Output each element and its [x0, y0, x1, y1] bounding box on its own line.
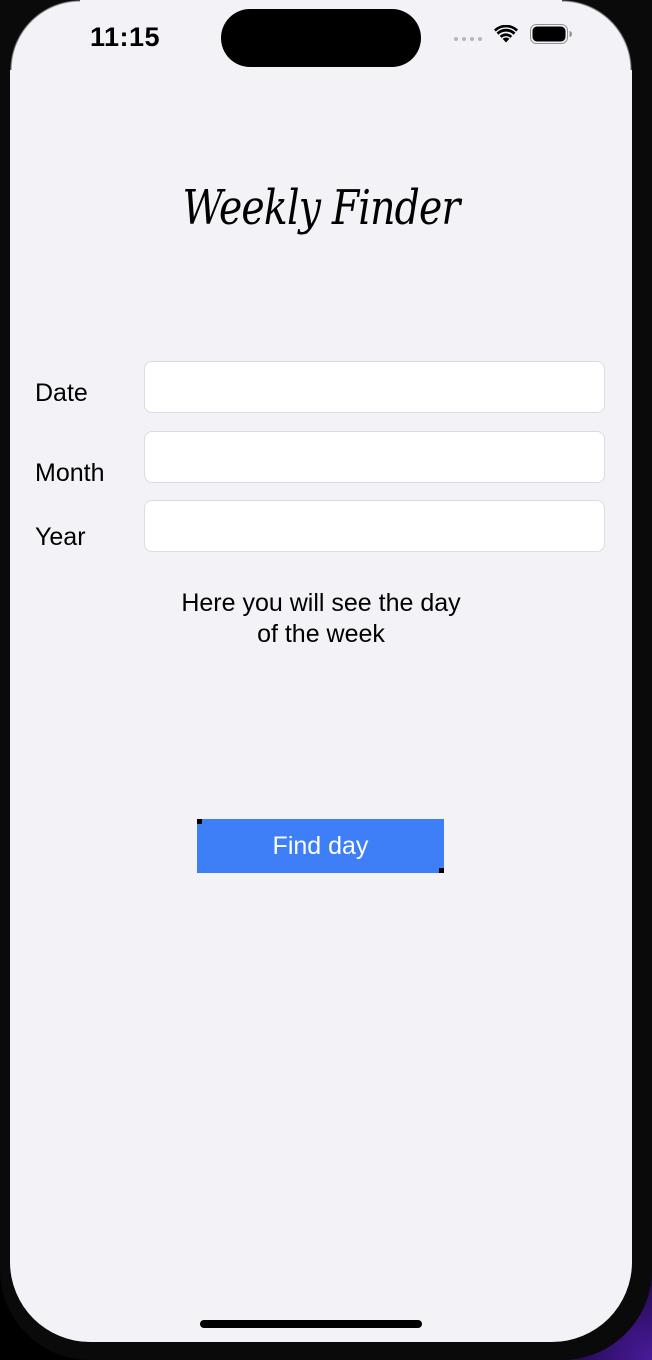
dynamic-island — [221, 9, 421, 67]
battery-icon — [530, 24, 572, 44]
app-screen: 11:15 Weekly Finder Date Month Year Here… — [10, 0, 632, 1342]
date-label: Date — [35, 379, 88, 407]
result-line-1: Here you will see the day — [181, 589, 461, 617]
cellular-signal-icon — [454, 37, 482, 41]
status-indicators — [454, 24, 572, 44]
home-indicator[interactable] — [200, 1320, 422, 1328]
date-input[interactable] — [144, 361, 605, 413]
find-day-button[interactable]: Find day — [197, 819, 444, 873]
find-day-button-label: Find day — [272, 831, 369, 860]
app-title: Weekly Finder — [182, 180, 461, 236]
month-label: Month — [35, 459, 105, 487]
year-label: Year — [35, 523, 86, 551]
year-input[interactable] — [144, 500, 605, 552]
result-line-2: of the week — [257, 620, 385, 648]
result-label: Here you will see the day of the week — [10, 588, 632, 650]
status-time: 11:15 — [90, 22, 161, 52]
wifi-icon — [494, 25, 518, 43]
month-input[interactable] — [144, 431, 605, 483]
